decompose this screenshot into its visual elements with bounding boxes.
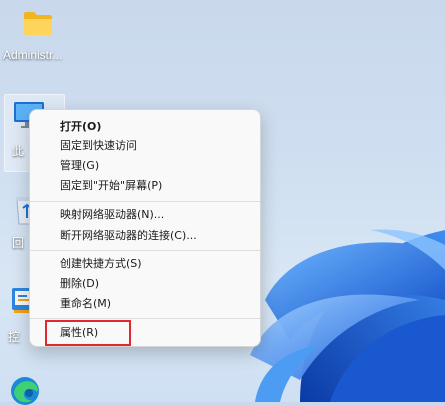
desktop-icon-label: 控 — [8, 330, 21, 344]
desktop-icon-edge[interactable] — [8, 372, 48, 405]
menu-item-map-network-drive[interactable]: 映射网络驱动器(N)... — [60, 208, 164, 222]
folder-icon — [24, 12, 52, 35]
menu-separator — [30, 250, 260, 251]
menu-item-create-shortcut[interactable]: 创建快捷方式(S) — [60, 257, 142, 271]
menu-item-properties[interactable]: 属性(R) — [60, 326, 98, 340]
desktop-icon-label: 此 — [12, 144, 25, 158]
menu-separator — [30, 318, 260, 319]
menu-item-manage[interactable]: 管理(G) — [60, 159, 99, 173]
menu-item-disconnect-network-drive[interactable]: 断开网络驱动器的连接(C)... — [60, 229, 197, 243]
menu-item-delete[interactable]: 删除(D) — [60, 277, 99, 291]
menu-item-pin-quick-access[interactable]: 固定到快速访问 — [60, 139, 137, 153]
menu-item-rename[interactable]: 重命名(M) — [60, 297, 111, 311]
context-menu: 打开(O) 固定到快速访问 管理(G) 固定到"开始"屏幕(P) 映射网络驱动器… — [29, 109, 261, 347]
menu-item-open[interactable]: 打开(O) — [60, 120, 101, 134]
desktop-icon-label: 回 — [12, 236, 25, 250]
menu-separator — [30, 201, 260, 202]
desktop-icon-label: Administr... — [3, 48, 63, 62]
menu-item-pin-start[interactable]: 固定到"开始"屏幕(P) — [60, 179, 162, 193]
desktop-icon-administrator[interactable]: Administr... — [3, 6, 68, 66]
